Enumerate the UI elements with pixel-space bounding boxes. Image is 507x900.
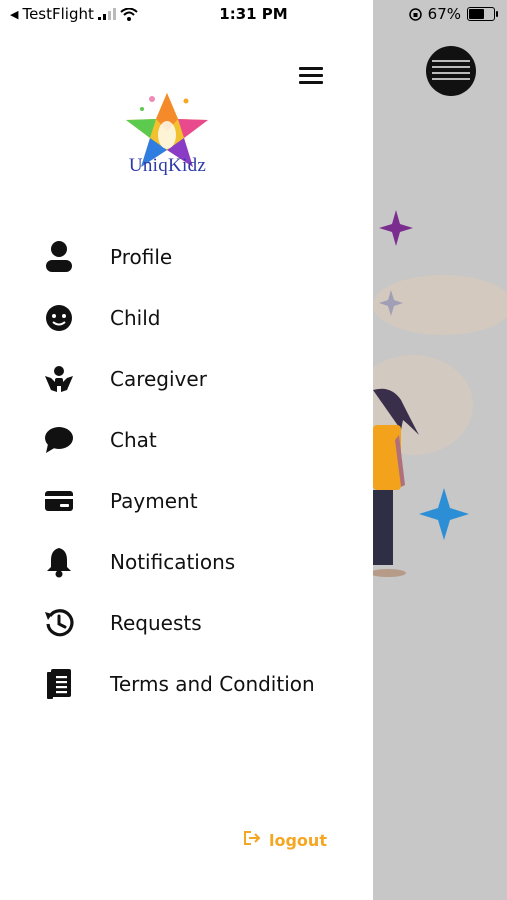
bell-icon — [40, 543, 78, 581]
battery-icon — [467, 7, 498, 21]
caregiver-hands-icon — [40, 360, 78, 398]
menu-label-notifications: Notifications — [110, 550, 236, 574]
navigation-drawer: UniqKidz Profile Child Caregiver Chat Pa… — [0, 0, 373, 900]
status-right: 67% — [408, 5, 498, 23]
menu-item-caregiver[interactable]: Caregiver — [40, 356, 340, 402]
menu-item-requests[interactable]: Requests — [40, 600, 340, 646]
menu-label-caregiver: Caregiver — [110, 367, 207, 391]
avatar[interactable] — [426, 46, 476, 96]
menu-toggle-button[interactable] — [298, 64, 326, 86]
credit-card-icon — [40, 482, 78, 520]
menu-label-requests: Requests — [110, 611, 202, 635]
menu-item-profile[interactable]: Profile — [40, 234, 340, 280]
menu-item-terms[interactable]: Terms and Condition — [40, 661, 340, 707]
menu-label-chat: Chat — [110, 428, 157, 452]
woman-illustration — [373, 388, 419, 577]
menu-item-notifications[interactable]: Notifications — [40, 539, 340, 585]
menu-item-child[interactable]: Child — [40, 295, 340, 341]
document-icon — [40, 665, 78, 703]
sparkle-purple-icon — [379, 210, 413, 246]
menu-label-terms: Terms and Condition — [110, 672, 315, 696]
logout-button[interactable]: logout — [243, 830, 327, 850]
logo-text: UniqKidz — [128, 155, 207, 176]
battery-percent: 67% — [427, 5, 461, 23]
orientation-lock-icon — [408, 7, 422, 21]
menu-label-payment: Payment — [110, 489, 198, 513]
history-icon — [40, 604, 78, 642]
person-icon — [40, 238, 78, 276]
menu-label-profile: Profile — [110, 245, 173, 269]
sparkle-light-blue-icon — [419, 488, 469, 540]
status-bar: ◀ TestFlight 1:31 PM 67% — [0, 0, 507, 28]
chat-bubble-icon — [40, 421, 78, 459]
menu-label-child: Child — [110, 306, 161, 330]
menu-item-chat[interactable]: Chat — [40, 417, 340, 463]
logout-label: logout — [269, 830, 327, 850]
logout-icon — [243, 830, 261, 850]
background-screen[interactable] — [373, 0, 507, 900]
menu-item-payment[interactable]: Payment — [40, 478, 340, 524]
child-face-icon — [40, 299, 78, 337]
